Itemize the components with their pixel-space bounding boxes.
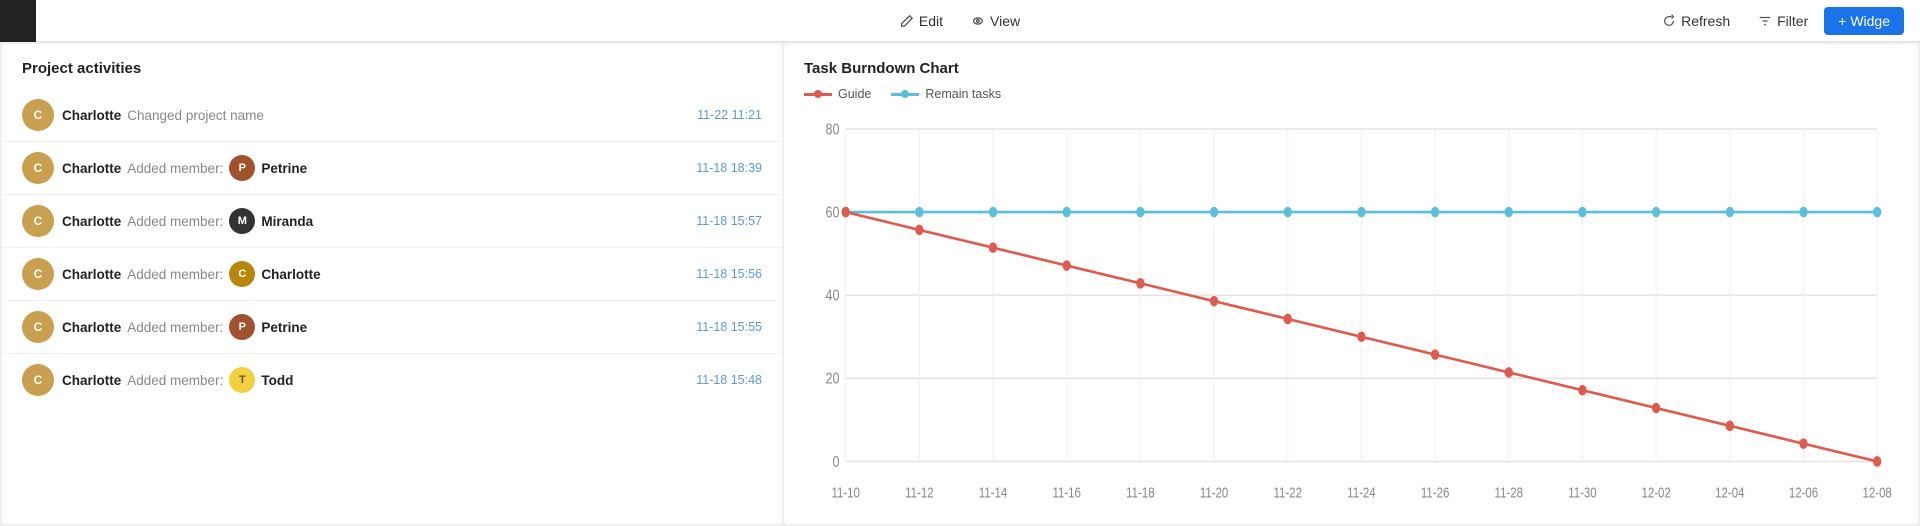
svg-text:12-02: 12-02: [1641, 484, 1670, 501]
svg-text:0: 0: [832, 453, 839, 471]
member-avatar: P: [229, 314, 255, 340]
action-text: Changed project name: [127, 108, 264, 123]
svg-text:11-30: 11-30: [1568, 484, 1596, 501]
svg-text:12-04: 12-04: [1715, 484, 1744, 501]
activities-panel: Project activities C Charlotte Changed p…: [2, 44, 782, 524]
member-name: Charlotte: [261, 267, 320, 282]
member-name: Petrine: [261, 161, 307, 176]
member-avatar: C: [229, 261, 255, 287]
avatar: C: [22, 311, 54, 343]
svg-text:12-08: 12-08: [1863, 484, 1892, 501]
svg-text:60: 60: [826, 204, 840, 222]
actor-name: Charlotte: [62, 320, 121, 335]
svg-text:11-28: 11-28: [1495, 484, 1523, 501]
chart-panel: Task Burndown Chart Guide Remain tasks 0…: [784, 44, 1918, 524]
legend-guide-label: Guide: [838, 87, 871, 101]
svg-text:11-20: 11-20: [1200, 484, 1228, 501]
add-widget-label: + Widge: [1838, 13, 1890, 29]
refresh-label: Refresh: [1681, 13, 1730, 29]
edit-button[interactable]: Edit: [888, 8, 955, 34]
member-avatar: T: [229, 367, 255, 393]
actor-name: Charlotte: [62, 267, 121, 282]
actor-name: Charlotte: [62, 214, 121, 229]
action-text: Added member:: [127, 214, 223, 229]
list-item: C Charlotte Added member: C Charlotte 11…: [2, 248, 782, 301]
edit-label: Edit: [919, 13, 943, 29]
activity-text: Charlotte Added member: M Miranda: [62, 208, 688, 234]
avatar: C: [22, 152, 54, 184]
top-bar-center-actions: Edit View: [888, 8, 1032, 34]
avatar: C: [22, 364, 54, 396]
member-name: Miranda: [261, 214, 313, 229]
activity-text: Charlotte Changed project name: [62, 108, 689, 123]
top-bar-right-actions: Refresh Filter + Widge: [1650, 7, 1904, 35]
action-text: Added member:: [127, 373, 223, 388]
pencil-icon: [900, 14, 914, 28]
activity-time: 11-18 15:56: [696, 267, 762, 281]
svg-text:11-16: 11-16: [1052, 484, 1080, 501]
view-label: View: [990, 13, 1020, 29]
chart-title: Task Burndown Chart: [804, 60, 1898, 77]
avatar: C: [22, 205, 54, 237]
activity-time: 11-18 15:55: [696, 320, 762, 334]
refresh-button[interactable]: Refresh: [1650, 8, 1742, 34]
member-avatar: P: [229, 155, 255, 181]
activity-text: Charlotte Added member: P Petrine: [62, 314, 688, 340]
action-text: Added member:: [127, 320, 223, 335]
filter-button[interactable]: Filter: [1746, 8, 1820, 34]
svg-text:80: 80: [826, 121, 840, 139]
activity-time: 11-18 18:39: [696, 161, 762, 175]
avatar: C: [22, 99, 54, 131]
activity-time: 11-22 11:21: [697, 108, 762, 122]
legend-remain-label: Remain tasks: [925, 87, 1001, 101]
member-name: Petrine: [261, 320, 307, 335]
view-button[interactable]: View: [959, 8, 1032, 34]
activity-list[interactable]: C Charlotte Changed project name 11-22 1…: [2, 89, 782, 524]
activity-text: Charlotte Added member: P Petrine: [62, 155, 688, 181]
activity-time: 11-18 15:48: [696, 373, 762, 387]
list-item: C Charlotte Added member: P Petrine 11-1…: [2, 142, 782, 195]
filter-label: Filter: [1777, 13, 1808, 29]
action-text: Added member:: [127, 267, 223, 282]
refresh-icon: [1662, 14, 1676, 28]
main-content: Project activities C Charlotte Changed p…: [0, 42, 1920, 526]
activity-text: Charlotte Added member: C Charlotte: [62, 261, 688, 287]
svg-text:20: 20: [826, 370, 840, 388]
svg-text:11-24: 11-24: [1347, 484, 1375, 501]
svg-text:11-14: 11-14: [979, 484, 1007, 501]
burndown-chart: 0 20 40 60 80 11-10 11-12 11-14 11-16 11-18 11-20 1…: [804, 109, 1898, 508]
svg-text:11-12: 11-12: [905, 484, 933, 501]
legend-remain: Remain tasks: [891, 87, 1001, 101]
svg-text:11-10: 11-10: [831, 484, 859, 501]
activity-time: 11-18 15:57: [696, 214, 762, 228]
avatar: C: [22, 258, 54, 290]
chart-area: 0 20 40 60 80 11-10 11-12 11-14 11-16 11-18 11-20 1…: [804, 109, 1898, 508]
list-item: C Charlotte Changed project name 11-22 1…: [2, 89, 782, 142]
list-item: C Charlotte Added member: M Miranda 11-1…: [2, 195, 782, 248]
member-avatar: M: [229, 208, 255, 234]
actor-name: Charlotte: [62, 161, 121, 176]
activities-title: Project activities: [2, 60, 782, 89]
svg-text:11-22: 11-22: [1274, 484, 1302, 501]
actor-name: Charlotte: [62, 373, 121, 388]
add-widget-button[interactable]: + Widge: [1824, 7, 1904, 35]
svg-text:40: 40: [826, 287, 840, 305]
action-text: Added member:: [127, 161, 223, 176]
member-name: Todd: [261, 373, 293, 388]
list-item: C Charlotte Added member: P Petrine 11-1…: [2, 301, 782, 354]
svg-text:11-26: 11-26: [1421, 484, 1449, 501]
eye-icon: [971, 14, 985, 28]
svg-text:11-18: 11-18: [1126, 484, 1154, 501]
list-item: C Charlotte Added member: T Todd 11-18 1…: [2, 354, 782, 406]
svg-text:12-06: 12-06: [1789, 484, 1818, 501]
chart-legend: Guide Remain tasks: [804, 87, 1898, 101]
top-bar: Edit View Refresh Filter + Widge: [0, 0, 1920, 42]
activity-text: Charlotte Added member: T Todd: [62, 367, 688, 393]
filter-icon: [1758, 14, 1772, 28]
legend-guide: Guide: [804, 87, 871, 101]
actor-name: Charlotte: [62, 108, 121, 123]
